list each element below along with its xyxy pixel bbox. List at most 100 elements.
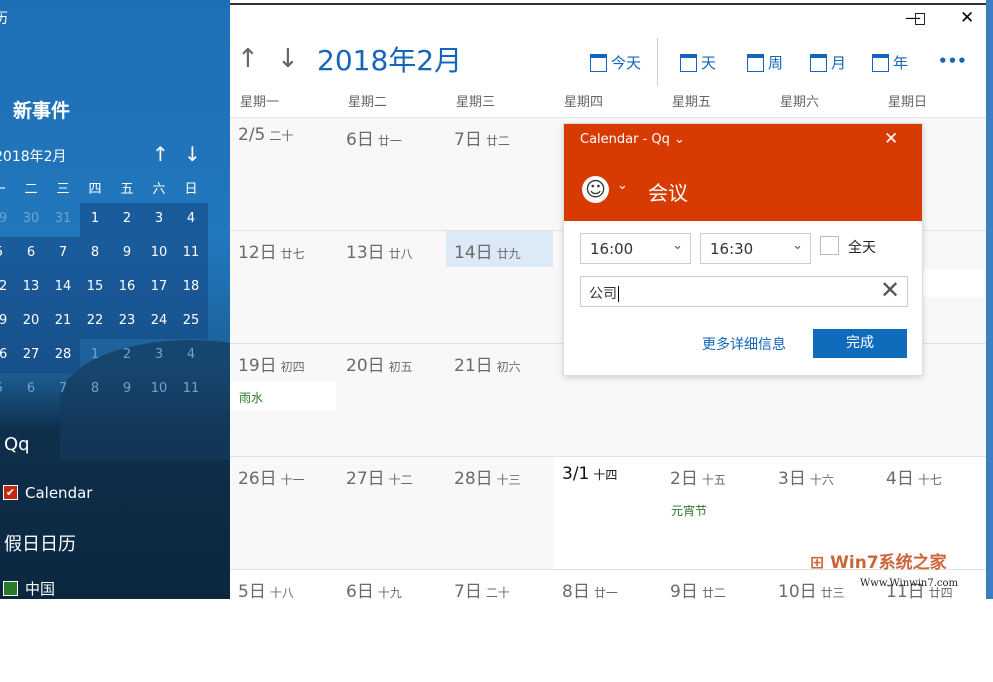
day-cell[interactable]: 12日 廿七 [230, 230, 338, 343]
calendar-selector[interactable]: Calendar - Qq ⌄ [580, 132, 685, 147]
mini-day[interactable]: 9 [111, 245, 143, 260]
calendar-checkbox[interactable]: ✔ [3, 485, 18, 500]
day-cell[interactable]: 20日 初五 [338, 343, 446, 456]
day-cell[interactable]: 6日 廿一 [338, 117, 446, 230]
mini-day[interactable]: 10 [143, 381, 175, 396]
more-details-link[interactable]: 更多详细信息 [702, 334, 786, 354]
mini-day[interactable]: 21 [47, 313, 79, 328]
mini-day[interactable]: 1 [79, 211, 111, 226]
clear-location-icon[interactable]: ✕ [880, 276, 900, 304]
day-cell[interactable]: 26日 十一 [230, 456, 338, 569]
mini-day[interactable]: 27 [15, 347, 47, 362]
mini-day[interactable]: 17 [143, 279, 175, 294]
day-cell[interactable]: 9日 廿二 [662, 569, 770, 682]
done-button[interactable]: 完成 [813, 329, 907, 358]
mini-day[interactable]: 31 [47, 211, 79, 226]
mini-day[interactable]: 7 [47, 245, 79, 260]
date-label: 8日 [562, 582, 590, 602]
mini-prev-arrow-icon[interactable]: ↑ [152, 142, 169, 166]
today-button[interactable]: 今天 [590, 52, 641, 73]
today-label: 今天 [611, 54, 642, 72]
new-event-button[interactable]: 新事件 [13, 96, 70, 123]
emoji-chevron-icon[interactable]: ⌄ [617, 178, 628, 193]
day-number: 3日 十六 [778, 464, 834, 489]
next-month-arrow-icon[interactable]: ↓ [277, 44, 299, 74]
day-cell[interactable]: 5日 十八 [230, 569, 338, 682]
day-view-button[interactable]: 天 [680, 52, 716, 73]
day-cell[interactable]: 2/5 二十 [230, 117, 338, 230]
mini-day[interactable]: 23 [111, 313, 143, 328]
lunar-date: 廿一 [593, 586, 618, 600]
year-view-button[interactable]: 年 [872, 52, 908, 73]
day-cell[interactable]: 27日 十二 [338, 456, 446, 569]
day-cell[interactable]: 7日 二十 [446, 569, 554, 682]
day-cell[interactable]: 8日 廿一 [554, 569, 662, 682]
mini-day[interactable]: 11 [175, 381, 207, 396]
mini-day[interactable]: 25 [175, 313, 207, 328]
more-options-button[interactable]: ••• [938, 52, 967, 70]
mini-day[interactable]: 5 [0, 381, 15, 396]
mini-next-arrow-icon[interactable]: ↓ [184, 142, 201, 166]
mini-day[interactable]: 14 [47, 279, 79, 294]
mini-day[interactable]: 4 [175, 211, 207, 226]
mini-day[interactable]: 13 [15, 279, 47, 294]
mini-day[interactable]: 11 [175, 245, 207, 260]
smiley-icon[interactable]: ☺ [582, 176, 609, 203]
mini-day[interactable]: 4 [175, 347, 207, 362]
close-window-button[interactable]: ✕ [960, 8, 974, 28]
start-time-select[interactable]: 16:00 ⌄ [580, 233, 691, 264]
maximize-button[interactable] [915, 13, 925, 25]
day-cell[interactable]: 14日 廿九 [446, 230, 554, 343]
mini-weekday: 一 [0, 178, 15, 197]
mini-day[interactable]: 24 [143, 313, 175, 328]
all-day-checkbox[interactable] [820, 236, 839, 255]
mini-day[interactable]: 20 [15, 313, 47, 328]
mini-day[interactable]: 9 [111, 381, 143, 396]
mini-day[interactable]: 10 [143, 245, 175, 260]
mini-day[interactable]: 29 [0, 211, 15, 226]
week-icon [747, 53, 764, 72]
mini-day[interactable]: 15 [79, 279, 111, 294]
end-time-select[interactable]: 16:30 ⌄ [700, 233, 811, 264]
mini-day[interactable]: 8 [79, 381, 111, 396]
popup-close-icon[interactable]: ✕ [884, 129, 898, 149]
mini-day[interactable]: 3 [143, 347, 175, 362]
holiday-event[interactable]: 雨水 [230, 382, 336, 410]
mini-day[interactable]: 30 [15, 211, 47, 226]
day-cell[interactable]: 7日 廿二 [446, 117, 554, 230]
event-title-input[interactable]: 会议 [648, 177, 688, 206]
day-number: 7日 廿二 [454, 125, 510, 150]
holiday-checkbox[interactable] [3, 581, 18, 596]
day-cell[interactable]: 3/1 十四 [554, 456, 662, 569]
prev-month-arrow-icon[interactable]: ↑ [237, 44, 259, 74]
holiday-event[interactable]: 元宵节 [662, 495, 768, 523]
mini-day[interactable]: 2 [111, 347, 143, 362]
mini-day[interactable]: 18 [175, 279, 207, 294]
weekday-header: 星期二 [348, 95, 388, 110]
day-number: 26日 十一 [238, 464, 305, 489]
day-cell[interactable]: 6日 十九 [338, 569, 446, 682]
mini-day[interactable]: 22 [79, 313, 111, 328]
mini-day[interactable]: 6 [15, 381, 47, 396]
day-cell[interactable]: 13日 廿八 [338, 230, 446, 343]
mini-day[interactable]: 3 [143, 211, 175, 226]
mini-day[interactable]: 16 [111, 279, 143, 294]
mini-day[interactable]: 6 [15, 245, 47, 260]
mini-day[interactable]: 1 [79, 347, 111, 362]
mini-day[interactable]: 28 [47, 347, 79, 362]
mini-day[interactable]: 5 [0, 245, 15, 260]
mini-day[interactable]: 26 [0, 347, 15, 362]
month-view-button[interactable]: 月 [810, 52, 846, 73]
day-cell[interactable]: 21日 初六 [446, 343, 554, 456]
mini-day[interactable]: 19 [0, 313, 15, 328]
mini-day[interactable]: 12 [0, 279, 15, 294]
day-cell[interactable]: 2日 十五 元宵节 [662, 456, 770, 569]
mini-day[interactable]: 8 [79, 245, 111, 260]
day-cell[interactable]: 19日 初四 雨水 [230, 343, 338, 456]
lunar-date: 廿八 [388, 247, 413, 261]
mini-day[interactable]: 7 [47, 381, 79, 396]
week-view-button[interactable]: 周 [747, 52, 783, 73]
location-input[interactable]: 公司 [580, 276, 908, 307]
mini-day[interactable]: 2 [111, 211, 143, 226]
day-cell[interactable]: 28日 十三 [446, 456, 554, 569]
